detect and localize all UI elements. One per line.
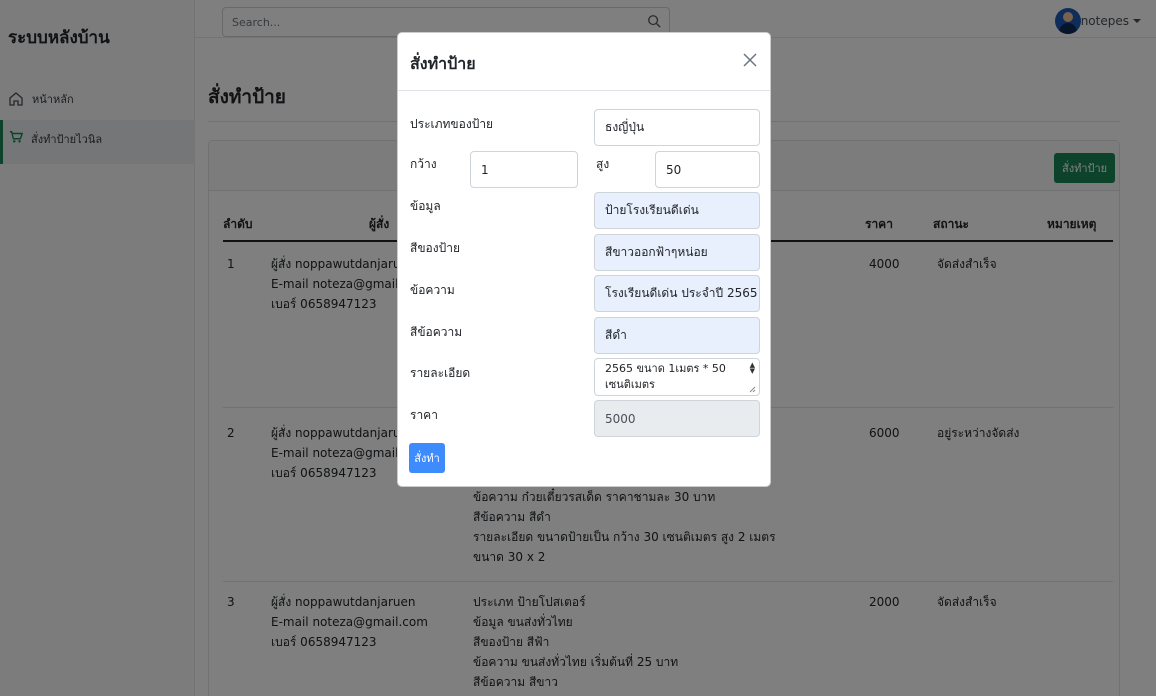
- close-icon[interactable]: [742, 52, 758, 68]
- price-field: 5000: [594, 400, 760, 437]
- width-field[interactable]: 1: [470, 151, 578, 188]
- submit-order-button[interactable]: สั่งทำ: [409, 443, 445, 473]
- scroll-arrows-icon[interactable]: ▲ ▼: [750, 362, 755, 375]
- order-sign-modal: สั่งทำป้าย ประเภทของป้าย ธงญี่ปุ่น กว้าง…: [397, 32, 771, 487]
- sign-color-field[interactable]: สีขาวออกฟ้าๆหน่อย: [594, 234, 760, 271]
- detail-textarea[interactable]: 2565 ขนาด 1เมตร * 50 เซนติเมตร ▲ ▼: [594, 358, 760, 396]
- label-width: กว้าง: [410, 157, 437, 171]
- label-text: ข้อความ: [410, 283, 455, 297]
- info-field[interactable]: ป้ายโรงเรียนดีเด่น: [594, 192, 760, 229]
- height-field[interactable]: 50: [655, 151, 760, 188]
- label-height: สูง: [596, 157, 610, 171]
- resize-grip-icon[interactable]: [749, 386, 756, 393]
- label-info: ข้อมูล: [410, 199, 441, 213]
- label-sign-color: สีของป้าย: [410, 241, 460, 255]
- detail-line: เซนติเมตร: [605, 378, 655, 391]
- sign-type-field[interactable]: ธงญี่ปุ่น: [594, 109, 760, 146]
- modal-header: สั่งทำป้าย: [398, 33, 770, 91]
- label-price: ราคา: [410, 408, 438, 422]
- label-sign-type: ประเภทของป้าย: [410, 117, 494, 131]
- detail-line: 2565 ขนาด 1เมตร * 50: [605, 362, 726, 375]
- text-field[interactable]: โรงเรียนดีเด่น ประจำปี 2565: [594, 275, 760, 312]
- label-detail: รายละเอียด: [410, 366, 471, 380]
- text-color-field[interactable]: สีดำ: [594, 317, 760, 354]
- modal-title: สั่งทำป้าย: [410, 54, 476, 73]
- label-text-color: สีข้อความ: [410, 325, 463, 339]
